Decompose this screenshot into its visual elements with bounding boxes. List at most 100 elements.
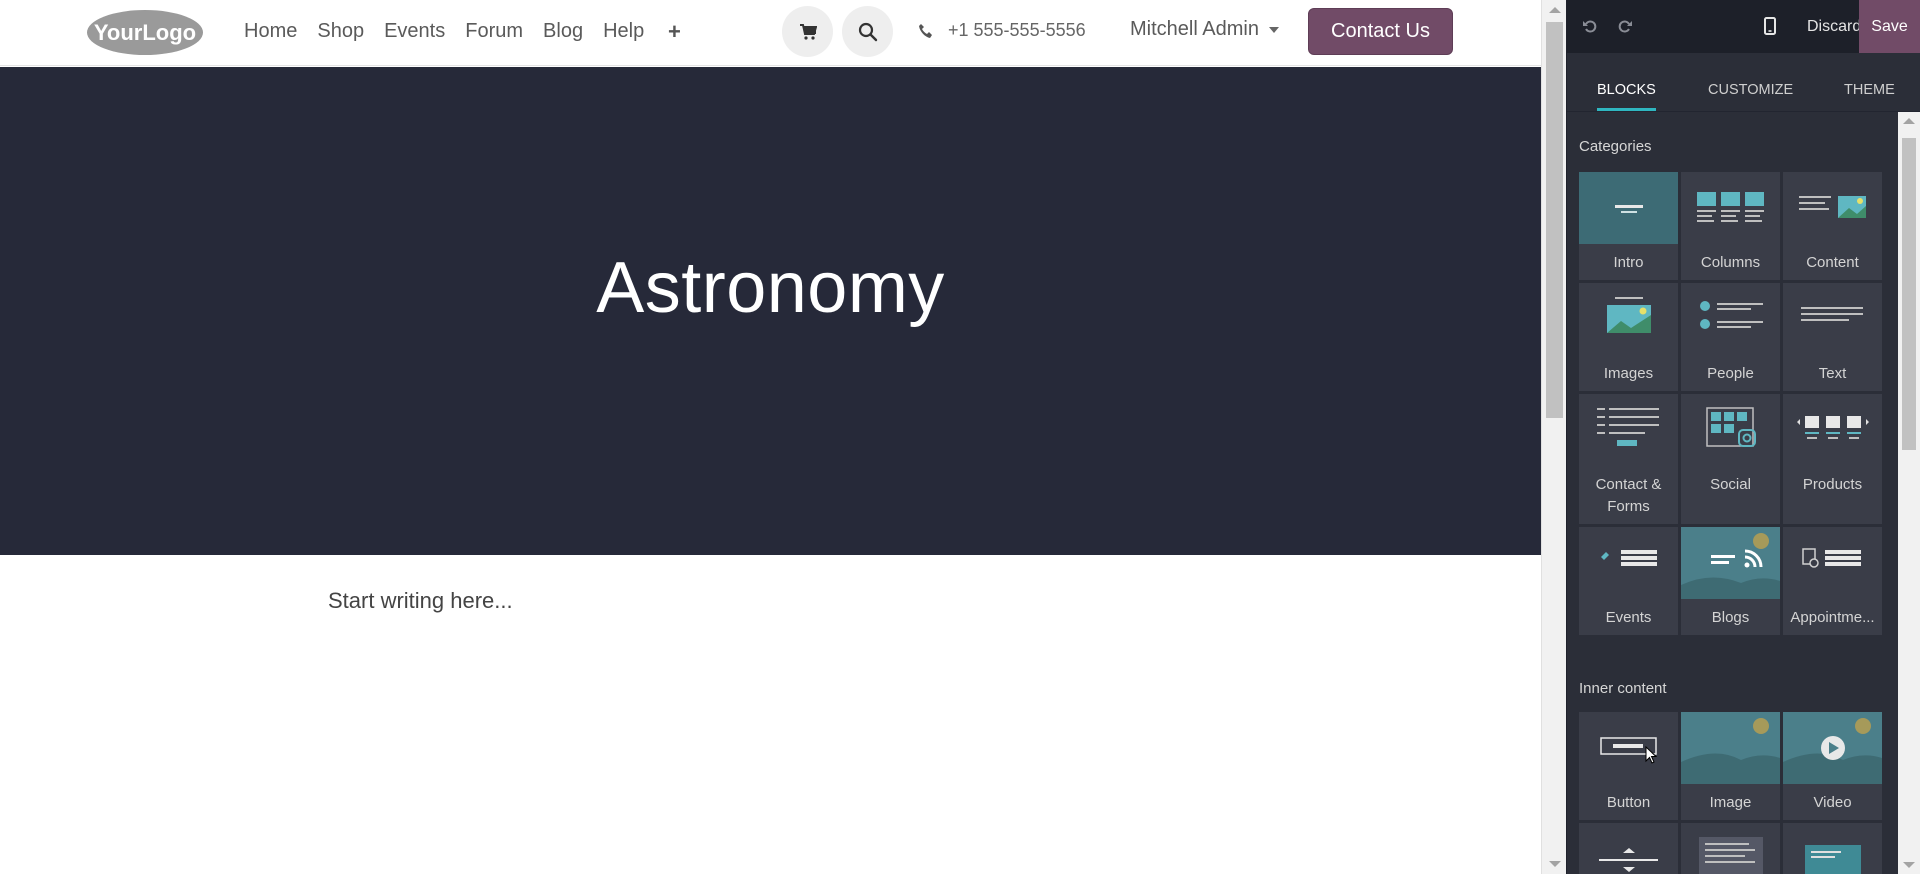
- hero-title[interactable]: Astronomy: [0, 247, 1541, 329]
- contact-us-button[interactable]: Contact Us: [1308, 8, 1453, 55]
- content-thumbnail-icon: [1799, 196, 1866, 218]
- app-window: YourLogo Home Shop Events Forum Blog Hel…: [0, 0, 1920, 874]
- phone-icon: [919, 23, 932, 38]
- scroll-up-icon[interactable]: [1549, 7, 1561, 13]
- categories-title: Categories: [1579, 138, 1652, 155]
- undo-button[interactable]: [1577, 13, 1603, 39]
- site-logo[interactable]: YourLogo: [86, 9, 204, 56]
- video-thumbnail-icon: [1783, 712, 1882, 784]
- block-label: Image: [1709, 794, 1752, 811]
- redo-icon: [1618, 20, 1632, 33]
- phone-number: +1 555-555-5556: [948, 20, 1086, 40]
- user-menu[interactable]: Mitchell Admin: [1130, 18, 1279, 41]
- block-image[interactable]: Image: [1681, 712, 1780, 820]
- blocks-list: Categories Intro Columns Content Images …: [1567, 112, 1898, 874]
- block-label: Content: [1806, 254, 1859, 271]
- editor-scrollbar[interactable]: [1898, 112, 1920, 874]
- block-label: Events: [1605, 609, 1652, 626]
- user-name: Mitchell Admin: [1130, 18, 1259, 40]
- block-people[interactable]: People: [1681, 283, 1780, 391]
- scroll-down-icon[interactable]: [1903, 862, 1915, 868]
- block-columns[interactable]: Columns: [1681, 172, 1780, 280]
- tab-customize[interactable]: CUSTOMIZE: [1708, 53, 1793, 111]
- image-thumbnail-icon: [1681, 712, 1780, 784]
- redo-button[interactable]: [1612, 13, 1638, 39]
- content-placeholder[interactable]: Start writing here...: [328, 588, 513, 614]
- chevron-down-icon: [1268, 26, 1279, 33]
- nav-events[interactable]: Events: [384, 18, 445, 45]
- block-separator[interactable]: [1579, 823, 1678, 874]
- block-video[interactable]: Video: [1783, 712, 1882, 820]
- images-thumbnail-icon: [1607, 297, 1651, 333]
- columns-thumbnail-icon: [1697, 192, 1764, 222]
- block-label: Appointme...: [1790, 609, 1875, 626]
- block-label: Social: [1710, 476, 1751, 493]
- block-contact-forms[interactable]: Contact & Forms: [1579, 394, 1678, 524]
- nav-shop[interactable]: Shop: [317, 18, 364, 45]
- blogs-thumbnail-icon: [1681, 527, 1780, 599]
- block-appointments[interactable]: Appointme...: [1783, 527, 1882, 635]
- block-label: Images: [1603, 365, 1654, 382]
- editor-toolbar: Discard Save: [1567, 0, 1920, 53]
- scroll-down-icon[interactable]: [1549, 861, 1561, 867]
- add-menu-item-icon[interactable]: +: [668, 18, 681, 45]
- block-intro[interactable]: Intro: [1579, 172, 1678, 280]
- block-list[interactable]: [1681, 823, 1780, 874]
- editor-tabs: BLOCKS CUSTOMIZE THEME: [1567, 53, 1920, 112]
- undo-icon: [1583, 20, 1597, 33]
- cart-button[interactable]: [782, 6, 833, 57]
- block-button[interactable]: Button: [1579, 712, 1678, 820]
- block-images[interactable]: Images: [1579, 283, 1678, 391]
- block-text[interactable]: Text: [1783, 283, 1882, 391]
- search-icon: [858, 22, 877, 41]
- website-preview: YourLogo Home Shop Events Forum Blog Hel…: [0, 0, 1541, 874]
- nav-forum[interactable]: Forum: [465, 18, 523, 45]
- website-scrollbar[interactable]: [1541, 0, 1566, 874]
- block-blogs[interactable]: Blogs: [1681, 527, 1780, 635]
- scroll-up-icon[interactable]: [1903, 118, 1915, 124]
- scroll-thumb[interactable]: [1546, 22, 1563, 418]
- block-content[interactable]: Content: [1783, 172, 1882, 280]
- nav-help[interactable]: Help: [603, 18, 644, 45]
- nav-blog[interactable]: Blog: [543, 18, 583, 45]
- block-social[interactable]: Social: [1681, 394, 1780, 524]
- search-button[interactable]: [842, 6, 893, 57]
- block-label: Contact & Forms: [1595, 476, 1662, 515]
- block-label: Text: [1818, 365, 1847, 382]
- discard-button[interactable]: Discard: [1807, 0, 1861, 53]
- mouse-cursor-icon: [1645, 746, 1657, 764]
- editor-panel: Discard Save BLOCKS CUSTOMIZE THEME Cate…: [1567, 0, 1920, 874]
- block-label: Video: [1813, 794, 1852, 811]
- block-label: Button: [1606, 794, 1651, 811]
- separator-thumbnail-icon: [1599, 848, 1658, 872]
- logo-text: YourLogo: [94, 20, 196, 45]
- tab-blocks[interactable]: BLOCKS: [1597, 53, 1656, 111]
- mobile-preview-button[interactable]: [1757, 13, 1783, 39]
- intro-thumbnail-icon: [1579, 172, 1678, 244]
- block-label: Products: [1802, 476, 1863, 493]
- events-thumbnail-icon: [1601, 550, 1657, 566]
- list-thumbnail-icon: [1699, 837, 1763, 874]
- text-thumbnail-icon: [1801, 307, 1863, 321]
- block-events[interactable]: Events: [1579, 527, 1678, 635]
- inner-content-title: Inner content: [1579, 680, 1667, 697]
- block-label: Blogs: [1711, 609, 1750, 626]
- contact-forms-thumbnail-icon: [1597, 408, 1659, 446]
- products-thumbnail-icon: [1797, 416, 1869, 439]
- button-thumbnail-icon: [1600, 737, 1657, 755]
- save-button[interactable]: Save: [1859, 0, 1920, 53]
- phone-link[interactable]: +1 555-555-5556: [918, 20, 1086, 41]
- tab-theme[interactable]: THEME: [1844, 53, 1895, 111]
- card-thumbnail-icon: [1805, 845, 1861, 874]
- block-products[interactable]: Products: [1783, 394, 1882, 524]
- block-label: Columns: [1700, 254, 1761, 271]
- nav-home[interactable]: Home: [244, 18, 297, 45]
- hero-section[interactable]: Astronomy: [0, 67, 1541, 555]
- block-card[interactable]: [1783, 823, 1882, 874]
- block-label: People: [1707, 365, 1754, 382]
- block-label: Intro: [1613, 254, 1644, 271]
- scroll-thumb[interactable]: [1902, 138, 1916, 450]
- main-menu: Home Shop Events Forum Blog Help: [244, 18, 664, 45]
- cart-icon: [799, 23, 817, 40]
- appointments-thumbnail-icon: [1802, 548, 1861, 568]
